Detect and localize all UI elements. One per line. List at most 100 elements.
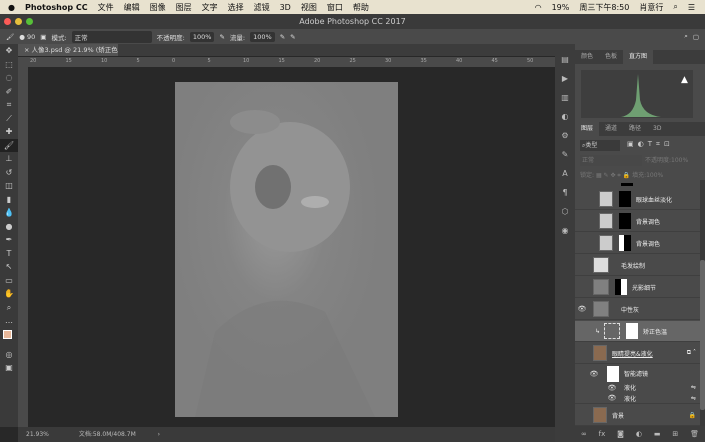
tab-color[interactable]: 颜色 bbox=[575, 50, 599, 64]
mode-select[interactable]: 正常 bbox=[71, 30, 152, 43]
brush-panel-icon[interactable]: ▣ bbox=[40, 33, 46, 41]
visibility-toggle[interactable]: 👁 bbox=[605, 384, 619, 392]
layer-row[interactable]: 光影细节 bbox=[575, 277, 700, 298]
quick-select-tool-icon[interactable]: ✐ bbox=[0, 85, 18, 99]
search-icon[interactable]: ⌕ bbox=[684, 32, 688, 41]
brush-tool-icon[interactable]: 🖌 bbox=[6, 33, 14, 41]
search-icon[interactable]: ⌕ bbox=[673, 2, 677, 12]
menu-window[interactable]: 窗口 bbox=[327, 2, 343, 13]
info-panel-icon[interactable]: ▤ bbox=[555, 50, 575, 69]
history-brush-icon[interactable]: ↺ bbox=[0, 166, 18, 180]
doc-size[interactable]: 文档:58.0M/408.7M bbox=[79, 431, 136, 438]
menu-image[interactable]: 图像 bbox=[150, 2, 166, 13]
type-tool-icon[interactable]: T bbox=[0, 247, 18, 261]
properties-icon[interactable]: ⚙ bbox=[555, 126, 575, 145]
filter-row[interactable]: 👁 液化 ⇋ bbox=[575, 382, 700, 393]
more-tools-icon[interactable]: … bbox=[0, 314, 18, 328]
clock[interactable]: 周三下午8:50 bbox=[579, 2, 629, 13]
character-panel-icon[interactable]: A bbox=[555, 164, 575, 183]
blend-mode-select[interactable]: 正常 bbox=[580, 155, 642, 166]
lasso-tool-icon[interactable]: ◌ bbox=[0, 71, 18, 85]
path-select-icon[interactable]: ↖ bbox=[0, 260, 18, 274]
flow-input[interactable]: 100% bbox=[250, 31, 275, 42]
trash-icon[interactable]: 🗑 bbox=[690, 430, 699, 438]
layer-row[interactable]: 眼睛提亮&液化 ⧉ ˄ bbox=[575, 343, 700, 364]
adjust-panel-icon[interactable]: ◐ bbox=[555, 107, 575, 126]
healing-tool-icon[interactable]: ✚ bbox=[0, 125, 18, 139]
layer-filter-icons[interactable]: ▣◐T⌗⊡ bbox=[627, 140, 674, 149]
menu-filter[interactable]: 滤镜 bbox=[254, 2, 270, 13]
play-actions-icon[interactable]: ▶ bbox=[555, 69, 575, 88]
layers-scrollbar[interactable] bbox=[700, 180, 705, 426]
user-name[interactable]: 肖意行 bbox=[639, 2, 663, 13]
menu-3d[interactable]: 3D bbox=[280, 3, 291, 12]
paragraph-panel-icon[interactable]: ¶ bbox=[555, 183, 575, 202]
hand-tool-icon[interactable]: ✋ bbox=[0, 287, 18, 301]
pen-tool-icon[interactable]: ✒ bbox=[0, 233, 18, 247]
menu-type[interactable]: 文字 bbox=[202, 2, 218, 13]
visibility-toggle[interactable]: 👁 bbox=[605, 394, 619, 402]
brush-preset-picker[interactable]: ● 90 bbox=[19, 33, 35, 41]
menu-file[interactable]: 文件 bbox=[98, 2, 114, 13]
minimize-button[interactable] bbox=[15, 18, 22, 25]
layer-row[interactable]: 背景调色 bbox=[575, 233, 700, 254]
fx-icon[interactable]: fx bbox=[599, 430, 606, 438]
status-arrow-icon[interactable]: › bbox=[158, 431, 160, 438]
tab-histogram[interactable]: 直方图 bbox=[623, 50, 654, 64]
apple-icon[interactable]: ● bbox=[8, 3, 15, 12]
move-tool-icon[interactable]: ✥ bbox=[0, 44, 18, 58]
smart-filter-icon[interactable]: ⧉ ˄ bbox=[687, 349, 696, 357]
brush-settings-icon[interactable]: ✎ bbox=[555, 145, 575, 164]
menu-layer[interactable]: 图层 bbox=[176, 2, 192, 13]
quick-mask-icon[interactable]: ◎ bbox=[0, 348, 18, 362]
new-layer-icon[interactable]: ⊞ bbox=[672, 430, 678, 438]
layer-row[interactable]: 👁 中性灰 bbox=[575, 299, 700, 320]
filter-options-icon[interactable]: ⇋ bbox=[691, 395, 696, 402]
history-panel-icon[interactable]: ▥ bbox=[555, 88, 575, 107]
pressure-size-icon[interactable]: ✎ bbox=[290, 33, 295, 41]
brush-tool-icon[interactable]: 🖌 bbox=[0, 138, 18, 152]
smart-filter-row[interactable]: 👁 智能滤镜 bbox=[575, 365, 700, 382]
layer-opacity[interactable]: 不透明度:100% bbox=[645, 155, 688, 166]
crop-tool-icon[interactable]: ⌗ bbox=[0, 98, 18, 112]
color-swatches[interactable] bbox=[0, 328, 18, 348]
fill-value[interactable]: 100% bbox=[646, 172, 663, 179]
eyedropper-tool-icon[interactable]: ⟋ bbox=[0, 112, 18, 126]
gradient-tool-icon[interactable]: ▮ bbox=[0, 193, 18, 207]
blur-tool-icon[interactable]: 💧 bbox=[0, 206, 18, 220]
menu-select[interactable]: 选择 bbox=[228, 2, 244, 13]
menu-help[interactable]: 帮助 bbox=[353, 2, 369, 13]
document-tab[interactable]: × 人像3.psd @ 21.9% (矫正色温, RGB/8) * bbox=[18, 44, 118, 66]
tab-paths[interactable]: 路径 bbox=[623, 122, 647, 136]
zoom-tool-icon[interactable]: ⌕ bbox=[0, 301, 18, 315]
wifi-icon[interactable]: ◠ bbox=[535, 3, 542, 12]
layer-row[interactable]: 眼球血丝淡化 bbox=[575, 189, 700, 210]
document-canvas[interactable] bbox=[175, 82, 398, 417]
menu-app[interactable]: Photoshop CC bbox=[25, 3, 88, 12]
eraser-tool-icon[interactable]: ◫ bbox=[0, 179, 18, 193]
tab-channels[interactable]: 通道 bbox=[599, 122, 623, 136]
close-button[interactable] bbox=[4, 18, 11, 25]
tab-swatches[interactable]: 色板 bbox=[599, 50, 623, 64]
stamp-tool-icon[interactable]: ⊥ bbox=[0, 152, 18, 166]
visibility-toggle[interactable]: 👁 bbox=[587, 370, 601, 378]
layer-comps-icon[interactable]: ⬡ bbox=[555, 202, 575, 221]
marquee-tool-icon[interactable]: ⬚ bbox=[0, 58, 18, 72]
layer-row[interactable]: 毛发绘制 bbox=[575, 255, 700, 276]
layer-row-selected[interactable]: ↳ 矫正色温 bbox=[575, 321, 700, 342]
group-folder-icon[interactable]: ▬ bbox=[654, 430, 661, 438]
workspace-icon[interactable]: ▢ bbox=[693, 33, 699, 41]
list-icon[interactable]: ☰ bbox=[688, 3, 695, 12]
menu-view[interactable]: 视图 bbox=[301, 2, 317, 13]
menu-edit[interactable]: 编辑 bbox=[124, 2, 140, 13]
airbrush-icon[interactable]: ✎ bbox=[280, 33, 285, 41]
dodge-tool-icon[interactable]: ● bbox=[0, 220, 18, 234]
zoom-level[interactable]: 21.93% bbox=[26, 431, 49, 438]
filter-row[interactable]: 👁 液化 ⇋ bbox=[575, 393, 700, 404]
tab-layers[interactable]: 图层 bbox=[575, 122, 600, 136]
tab-3d[interactable]: 3D bbox=[647, 122, 667, 136]
layer-row[interactable]: 背景调色 bbox=[575, 211, 700, 232]
add-mask-icon[interactable]: ◙ bbox=[617, 430, 624, 438]
layer-row[interactable]: 背景 🔒 bbox=[575, 405, 700, 426]
adjustment-layer-icon[interactable]: ◐ bbox=[636, 430, 642, 438]
